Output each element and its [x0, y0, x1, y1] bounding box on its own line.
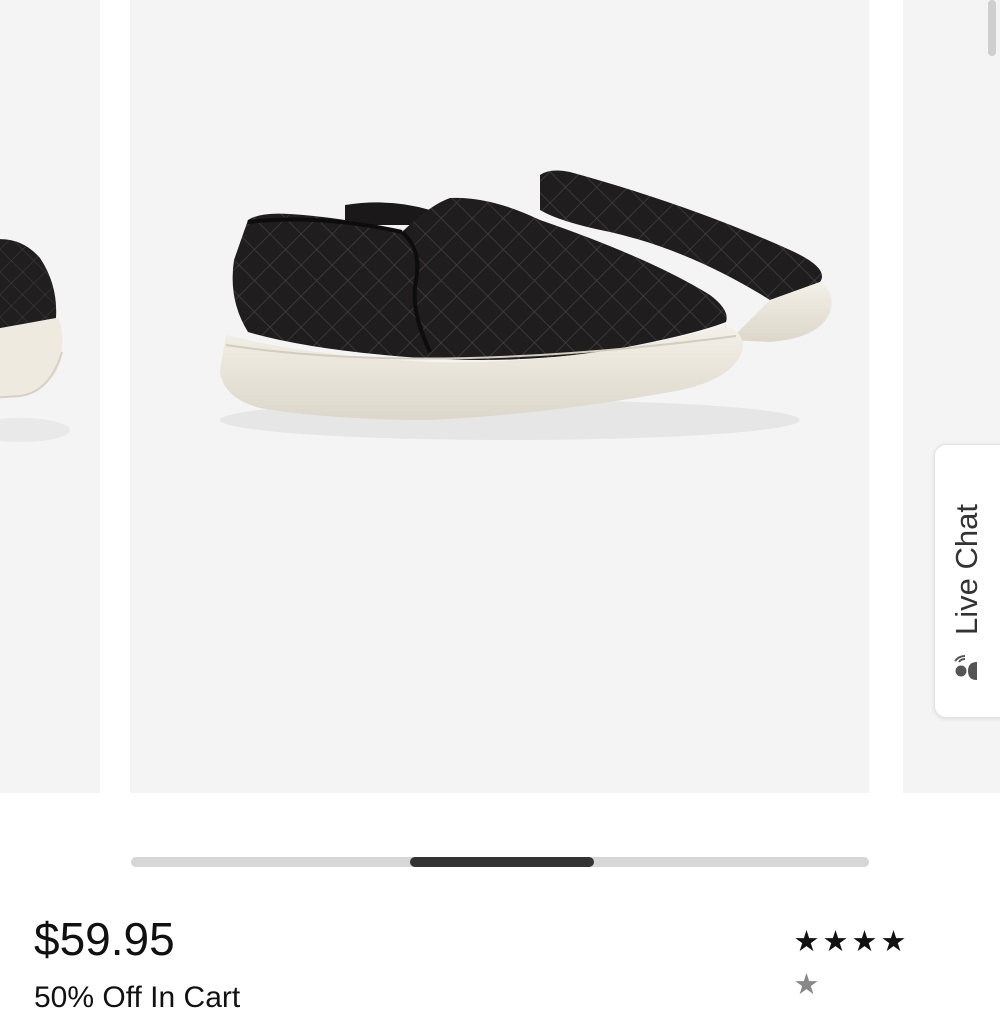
rating-star-icon: ★ [880, 926, 907, 958]
product-image-gallery[interactable] [0, 0, 1000, 795]
star-rating[interactable]: ★ ★ ★ ★ ★ [792, 928, 922, 1000]
shoe-image-partial [0, 239, 70, 442]
page-scrollbar[interactable] [988, 0, 996, 56]
quilted-slip-on-sneakers-image [220, 170, 832, 440]
rating-star-icon: ★ [822, 926, 849, 958]
main-product-image[interactable] [130, 0, 869, 793]
live-chat-tab[interactable]: Live Chat [934, 444, 1000, 718]
promo-text: 50% Off In Cart [34, 981, 241, 1014]
chat-person-icon [954, 655, 977, 680]
rating-star-icon: ★ [851, 926, 878, 958]
carousel-scroll-thumb[interactable] [409, 857, 595, 867]
carousel-scroll-indicator[interactable] [131, 857, 869, 867]
rating-star-icon: ★ [793, 969, 820, 1001]
product-price: $59.95 [34, 913, 175, 965]
rating-star-icon: ★ [793, 926, 820, 958]
live-chat-label: Live Chat [949, 504, 984, 636]
previous-product-image[interactable] [0, 0, 100, 793]
